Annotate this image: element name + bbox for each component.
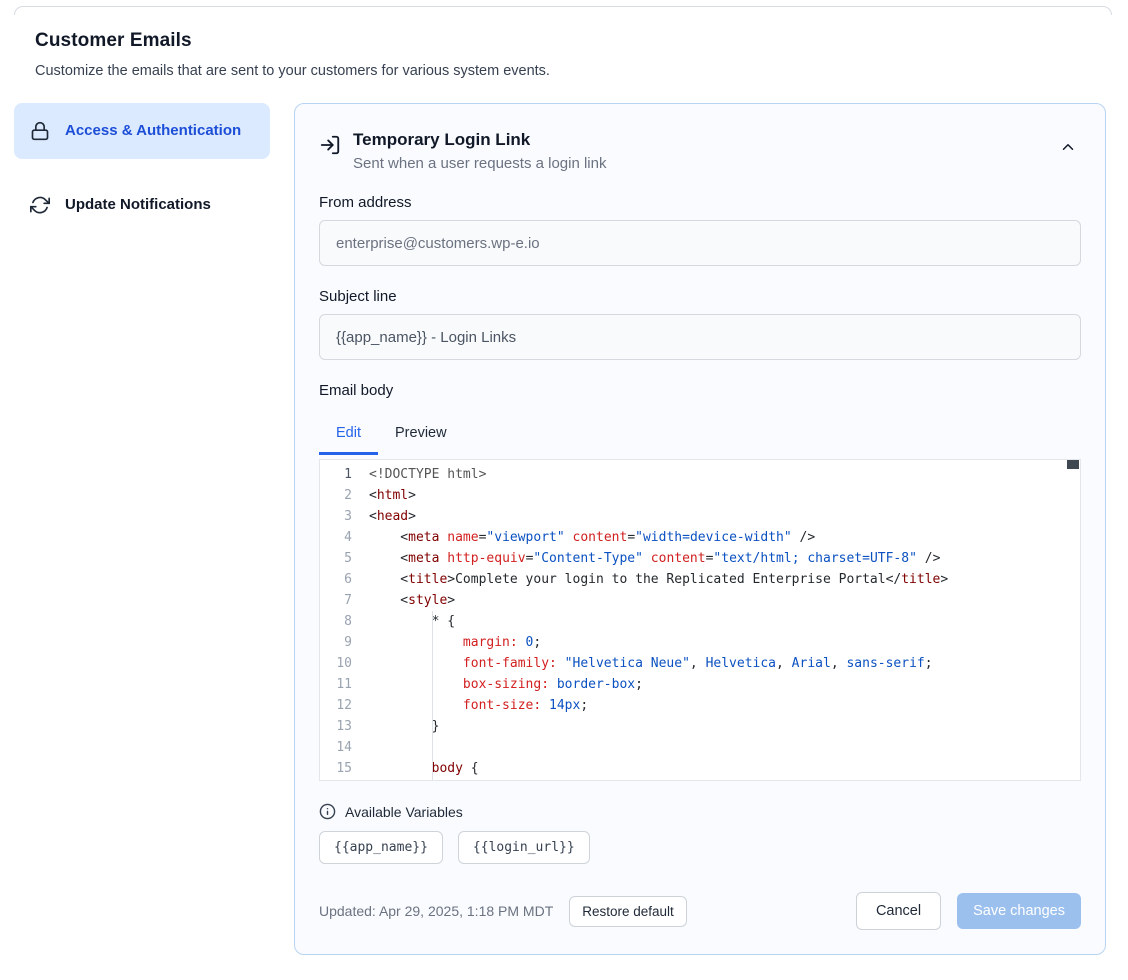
- code-line: <html>: [369, 485, 1080, 506]
- updated-timestamp: Updated: Apr 29, 2025, 1:18 PM MDT: [319, 903, 553, 919]
- sidebar-item-update-notifications[interactable]: Update Notifications: [14, 177, 270, 233]
- line-number: 3: [320, 506, 352, 527]
- lock-icon: [30, 121, 50, 141]
- indent-guide: [432, 611, 433, 780]
- page-title: Customer Emails: [35, 30, 1093, 52]
- code-line: font-family: "Helvetica Neue", Helvetica…: [369, 653, 1080, 674]
- info-icon: [319, 803, 336, 820]
- code-line: * {: [369, 611, 1080, 632]
- cancel-button[interactable]: Cancel: [856, 892, 941, 930]
- editor-tab-bar: Edit Preview: [319, 415, 1081, 455]
- editor-scrollbar-thumb[interactable]: [1067, 460, 1079, 469]
- line-number: 7: [320, 590, 352, 611]
- code-line: <title>Complete your login to the Replic…: [369, 569, 1080, 590]
- code-line: background-color: #f6f6f6;: [369, 779, 1080, 780]
- code-line: font-size: 14px;: [369, 695, 1080, 716]
- line-number: 15: [320, 758, 352, 779]
- save-changes-button[interactable]: Save changes: [957, 893, 1081, 929]
- available-variables-label: Available Variables: [345, 804, 463, 820]
- card-footer: Updated: Apr 29, 2025, 1:18 PM MDT Resto…: [319, 892, 1081, 930]
- code-line: box-sizing: border-box;: [369, 674, 1080, 695]
- subject-line-label: Subject line: [319, 288, 1081, 305]
- line-number: 10: [320, 653, 352, 674]
- line-number: 8: [320, 611, 352, 632]
- card-header: Temporary Login Link Sent when a user re…: [319, 130, 1081, 172]
- sidebar-item-label: Access & Authentication: [65, 119, 241, 143]
- page-subtitle: Customize the emails that are sent to yo…: [35, 63, 1093, 79]
- from-address-label: From address: [319, 194, 1081, 211]
- panel-title: Temporary Login Link: [353, 130, 1043, 150]
- code-line: <meta http-equiv="Content-Type" content=…: [369, 548, 1080, 569]
- panel-subtitle: Sent when a user requests a login link: [353, 155, 1043, 172]
- sidebar: Access & Authentication Update Notificat…: [14, 103, 270, 233]
- line-number: 14: [320, 737, 352, 758]
- code-editor[interactable]: 12345678910111213141516 <!DOCTYPE html><…: [319, 459, 1081, 781]
- sidebar-item-access-authentication[interactable]: Access & Authentication: [14, 103, 270, 159]
- line-number: 13: [320, 716, 352, 737]
- code-line: <meta name="viewport" content="width=dev…: [369, 527, 1080, 548]
- login-icon: [319, 134, 341, 156]
- code-line: body {: [369, 758, 1080, 779]
- line-number: 5: [320, 548, 352, 569]
- code-line: <!DOCTYPE html>: [369, 464, 1080, 485]
- line-number: 4: [320, 527, 352, 548]
- top-divider: [14, 6, 1112, 15]
- email-settings-card: Temporary Login Link Sent when a user re…: [294, 103, 1106, 955]
- line-number: 9: [320, 632, 352, 653]
- variable-chip-login-url[interactable]: {{login_url}}: [458, 831, 590, 864]
- subject-line-input[interactable]: [319, 314, 1081, 360]
- editor-code: <!DOCTYPE html><html><head> <meta name="…: [364, 460, 1080, 780]
- main-layout: Access & Authentication Update Notificat…: [0, 103, 1128, 955]
- tab-preview[interactable]: Preview: [378, 415, 464, 455]
- variable-chip-app-name[interactable]: {{app_name}}: [319, 831, 443, 864]
- line-number: 12: [320, 695, 352, 716]
- available-variables-row: Available Variables: [319, 803, 1081, 820]
- refresh-icon: [30, 195, 50, 215]
- collapse-button[interactable]: [1055, 134, 1081, 160]
- line-number: 11: [320, 674, 352, 695]
- restore-default-button[interactable]: Restore default: [569, 896, 687, 927]
- line-number: 16: [320, 779, 352, 781]
- email-body-label: Email body: [319, 382, 1081, 399]
- line-number: 1: [320, 464, 352, 485]
- code-line: }: [369, 716, 1080, 737]
- editor-gutter: 12345678910111213141516: [320, 460, 364, 780]
- sidebar-item-label: Update Notifications: [65, 193, 211, 217]
- code-line: <head>: [369, 506, 1080, 527]
- code-line: <style>: [369, 590, 1080, 611]
- tab-edit[interactable]: Edit: [319, 415, 378, 455]
- chevron-up-icon: [1059, 138, 1077, 156]
- line-number: 6: [320, 569, 352, 590]
- from-address-input[interactable]: [319, 220, 1081, 266]
- code-line: [369, 737, 1080, 758]
- code-line: margin: 0;: [369, 632, 1080, 653]
- variable-chips: {{app_name}} {{login_url}}: [319, 831, 1081, 864]
- line-number: 2: [320, 485, 352, 506]
